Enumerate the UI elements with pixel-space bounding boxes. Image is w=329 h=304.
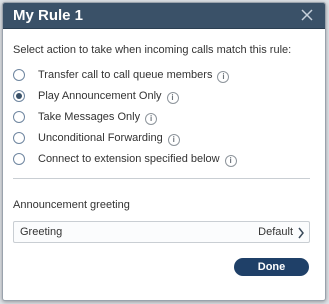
radio-button[interactable] xyxy=(13,132,25,144)
info-icon[interactable]: i xyxy=(217,71,230,83)
section-divider xyxy=(13,178,310,179)
option-label: Play Announcement Only xyxy=(38,90,162,102)
dialog-title: My Rule 1 xyxy=(13,7,84,24)
option-take-messages[interactable]: Take Messages Only i xyxy=(13,110,313,126)
radio-button[interactable] xyxy=(13,153,25,165)
greeting-label: Greeting xyxy=(20,226,63,238)
greeting-row[interactable]: Greeting Default xyxy=(13,221,310,243)
option-label: Connect to extension specified below xyxy=(38,153,220,165)
option-connect-extension[interactable]: Connect to extension specified below i xyxy=(13,152,313,168)
chevron-right-icon xyxy=(297,226,305,239)
rule-dialog: My Rule 1 Select action to take when inc… xyxy=(2,2,326,301)
option-play-announcement[interactable]: Play Announcement Only i xyxy=(13,89,313,105)
info-icon[interactable]: i xyxy=(167,134,180,146)
announcement-greeting-heading: Announcement greeting xyxy=(13,199,130,211)
option-transfer-queue[interactable]: Transfer call to call queue members i xyxy=(13,68,313,84)
radio-button-checked[interactable] xyxy=(13,90,25,102)
info-icon[interactable]: i xyxy=(145,113,158,125)
option-label: Transfer call to call queue members xyxy=(38,69,213,81)
done-button[interactable]: Done xyxy=(234,258,309,276)
greeting-value: Default xyxy=(258,226,293,238)
action-prompt: Select action to take when incoming call… xyxy=(13,44,292,56)
radio-button[interactable] xyxy=(13,69,25,81)
dialog-titlebar: My Rule 1 xyxy=(3,3,325,29)
option-label: Unconditional Forwarding xyxy=(38,132,163,144)
radio-button[interactable] xyxy=(13,111,25,123)
info-icon[interactable]: i xyxy=(224,155,237,167)
close-icon[interactable] xyxy=(299,7,315,23)
option-unconditional-forwarding[interactable]: Unconditional Forwarding i xyxy=(13,131,313,147)
option-label: Take Messages Only xyxy=(38,111,141,123)
info-icon[interactable]: i xyxy=(166,92,179,104)
